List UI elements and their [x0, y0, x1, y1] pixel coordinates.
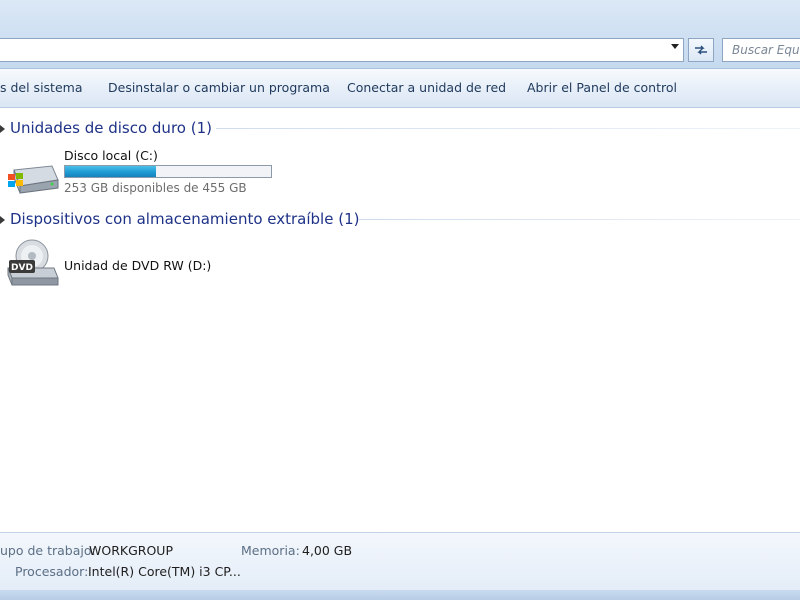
uninstall-program-button[interactable]: Desinstalar o cambiar un programa	[108, 80, 330, 95]
drive-item-c[interactable]: Disco local (C:) 253 GB disponibles de 4…	[0, 144, 280, 196]
group-collapse-icon[interactable]	[0, 216, 5, 224]
memory-label: Memoria:	[241, 543, 300, 558]
group-divider	[216, 128, 800, 129]
disk-usage-bar	[64, 165, 272, 178]
processor-label: Procesador:	[15, 564, 89, 579]
disk-usage-fill	[65, 166, 157, 177]
workgroup-value: WORKGROUP	[89, 543, 173, 558]
content-pane: Unidades de disco duro (1) Disco local (…	[0, 108, 800, 532]
search-input[interactable]: Buscar Equipo	[722, 38, 800, 62]
open-control-panel-button[interactable]: Abrir el Panel de control	[527, 80, 677, 95]
processor-value: Intel(R) Core(TM) i3 CP...	[88, 564, 241, 579]
window-frame-top: Buscar Equipo	[0, 0, 800, 69]
details-pane: upo de trabajo: WORKGROUP Memoria: 4,00 …	[0, 532, 800, 591]
group-collapse-icon[interactable]	[0, 125, 5, 133]
refresh-icon	[695, 45, 707, 55]
command-bar: s del sistema Desinstalar o cambiar un p…	[0, 69, 800, 108]
map-network-drive-button[interactable]: Conectar a unidad de red	[347, 80, 506, 95]
group-title: Dispositivos con almacenamiento extraíbl…	[10, 210, 360, 228]
group-divider	[358, 219, 800, 220]
dvd-label: DVD	[11, 263, 33, 273]
drive-name: Disco local (C:)	[64, 148, 158, 163]
drive-item-d[interactable]: DVD Unidad de DVD RW (D:)	[0, 236, 280, 292]
workgroup-label: upo de trabajo:	[0, 543, 96, 558]
drive-free-space: 253 GB disponibles de 455 GB	[64, 181, 247, 195]
group-title: Unidades de disco duro (1)	[10, 119, 212, 137]
drive-name: Unidad de DVD RW (D:)	[64, 258, 212, 273]
group-header-hard-disks[interactable]: Unidades de disco duro (1)	[0, 118, 800, 140]
window-frame-bottom	[0, 590, 800, 600]
address-bar[interactable]	[0, 38, 684, 62]
refresh-button[interactable]	[688, 38, 714, 62]
memory-value: 4,00 GB	[302, 543, 353, 558]
chevron-down-icon[interactable]	[671, 44, 679, 49]
system-properties-button[interactable]: s del sistema	[0, 80, 82, 95]
hard-drive-icon	[8, 165, 59, 194]
group-header-removable[interactable]: Dispositivos con almacenamiento extraíbl…	[0, 209, 800, 231]
dvd-drive-icon: DVD	[7, 239, 59, 286]
